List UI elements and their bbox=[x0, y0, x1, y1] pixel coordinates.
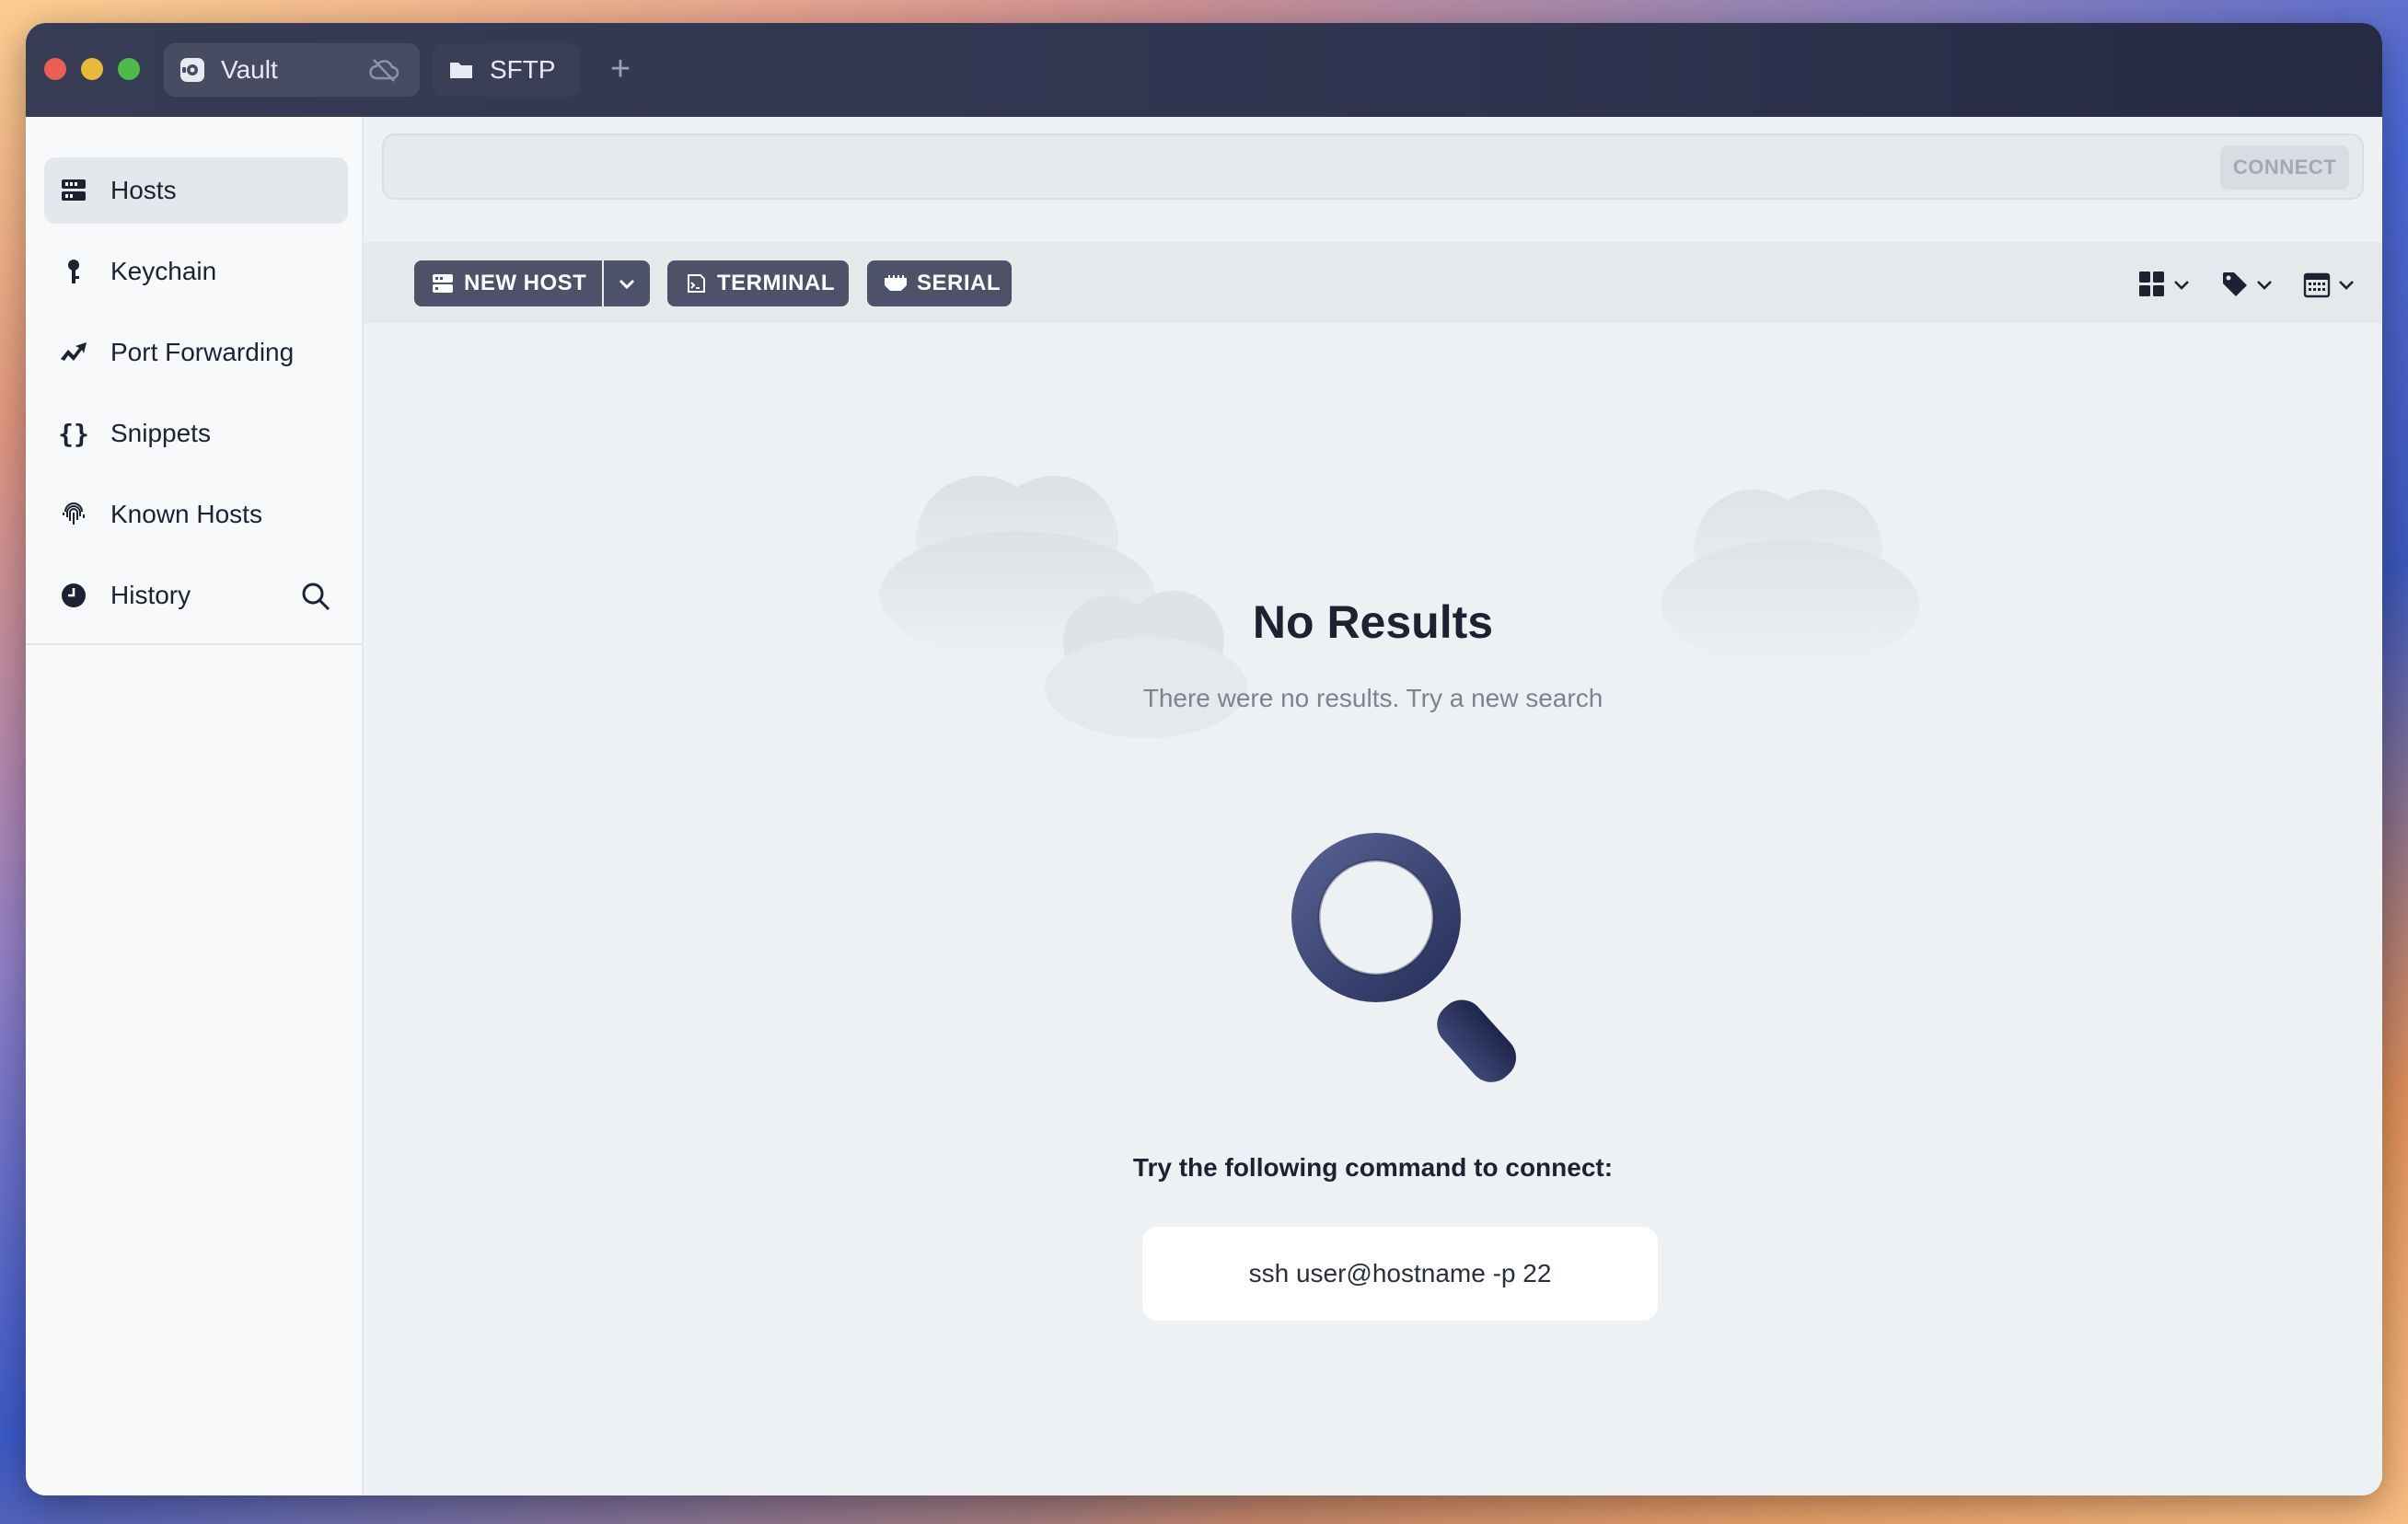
app-window: Vault SFTP + Hosts Keychain Port Forward… bbox=[26, 23, 2382, 1495]
new-host-button[interactable]: NEW HOST bbox=[414, 260, 602, 306]
main-content: CONNECT NEW HOST TERMINAL SERIAL No Resu… bbox=[364, 117, 2382, 1495]
tag-filter[interactable] bbox=[2221, 264, 2275, 305]
tab-vault-label: Vault bbox=[221, 55, 278, 84]
layout-toggle[interactable] bbox=[2138, 264, 2192, 305]
sidebar-item-port-forwarding[interactable]: Port Forwarding bbox=[44, 319, 348, 386]
server-icon bbox=[431, 271, 455, 295]
vault-icon bbox=[179, 56, 206, 84]
sidebar-item-hosts[interactable]: Hosts bbox=[44, 157, 348, 224]
terminal-label: TERMINAL bbox=[717, 271, 835, 295]
sidebar-item-keychain[interactable]: Keychain bbox=[44, 238, 348, 305]
clock-icon bbox=[57, 579, 90, 612]
calendar-icon bbox=[2303, 272, 2331, 298]
sidebar-divider bbox=[26, 643, 364, 645]
sidebar-item-label: Port Forwarding bbox=[110, 338, 295, 366]
grid-view-icon bbox=[2139, 271, 2164, 296]
new-host-label: NEW HOST bbox=[464, 271, 587, 295]
quick-connect-bar: CONNECT bbox=[382, 133, 2364, 200]
connect-button[interactable]: CONNECT bbox=[2220, 145, 2349, 190]
sidebar-item-snippets[interactable]: {} Snippets bbox=[44, 400, 348, 467]
search-icon[interactable] bbox=[300, 581, 331, 612]
maximize-window-button[interactable] bbox=[118, 58, 140, 80]
chevron-down-icon bbox=[619, 279, 635, 290]
empty-state-title: No Results bbox=[1252, 596, 1494, 648]
minimize-window-button[interactable] bbox=[81, 58, 103, 80]
sidebar-item-known-hosts[interactable]: Known Hosts bbox=[44, 481, 348, 548]
sidebar-item-label: Known Hosts bbox=[110, 500, 262, 528]
braces-icon: {} bbox=[58, 418, 89, 449]
hosts-toolbar: NEW HOST TERMINAL SERIAL bbox=[364, 242, 2382, 323]
connect-hint: Try the following command to connect: bbox=[1132, 1153, 1614, 1182]
tab-vault[interactable]: Vault bbox=[164, 43, 420, 97]
title-bar: Vault SFTP + bbox=[26, 23, 2382, 117]
port-forwarding-icon bbox=[57, 336, 90, 369]
example-command-text: ssh user@hostname -p 22 bbox=[1248, 1259, 1552, 1287]
sidebar-item-history[interactable]: History bbox=[44, 562, 348, 629]
tab-sftp-label: SFTP bbox=[490, 55, 556, 84]
fingerprint-icon bbox=[57, 498, 90, 531]
sidebar-item-label: History bbox=[110, 581, 191, 609]
plus-icon[interactable]: + bbox=[602, 51, 639, 87]
quick-connect-input[interactable] bbox=[402, 144, 2197, 190]
new-host-dropdown-button[interactable] bbox=[604, 260, 650, 306]
sidebar-item-label: Keychain bbox=[110, 257, 217, 285]
cloud-off-icon[interactable] bbox=[368, 56, 399, 84]
sidebar-item-label: Hosts bbox=[110, 176, 177, 204]
serial-port-icon bbox=[884, 271, 908, 295]
example-command[interactable]: ssh user@hostname -p 22 bbox=[1142, 1227, 1658, 1321]
chevron-down-icon bbox=[2174, 281, 2189, 290]
chevron-down-icon bbox=[2257, 281, 2272, 290]
close-window-button[interactable] bbox=[44, 58, 66, 80]
chevron-down-icon bbox=[2339, 281, 2354, 290]
serial-label: SERIAL bbox=[917, 271, 1001, 295]
sidebar-item-label: Snippets bbox=[110, 419, 211, 447]
magnifier-illustration bbox=[1291, 833, 1517, 1082]
key-icon bbox=[57, 255, 90, 288]
tab-sftp[interactable]: SFTP bbox=[433, 43, 580, 97]
terminal-button[interactable]: TERMINAL bbox=[667, 260, 849, 306]
serial-button[interactable]: SERIAL bbox=[867, 260, 1012, 306]
sort-filter[interactable] bbox=[2303, 264, 2356, 305]
folder-icon bbox=[447, 56, 475, 84]
sidebar: Hosts Keychain Port Forwarding {} Snippe… bbox=[26, 117, 364, 1495]
terminal-icon bbox=[684, 271, 708, 295]
empty-state-subtitle: There were no results. Try a new search bbox=[1142, 684, 1603, 712]
hosts-icon bbox=[57, 174, 90, 207]
tag-icon bbox=[2223, 272, 2247, 296]
